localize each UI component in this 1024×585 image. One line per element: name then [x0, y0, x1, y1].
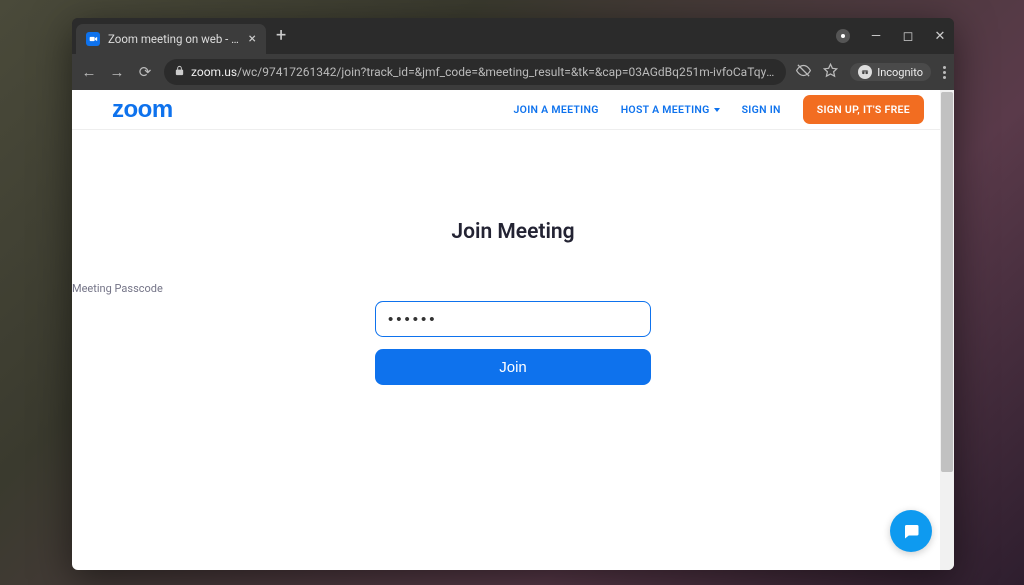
address-bar[interactable]: zoom.us/wc/97417261342/join?track_id=&jm… — [164, 59, 786, 85]
incognito-badge[interactable]: Incognito — [850, 63, 931, 81]
header-nav: JOIN A MEETING HOST A MEETING SIGN IN SI… — [514, 95, 924, 124]
page-viewport: zoom JOIN A MEETING HOST A MEETING SIGN … — [72, 90, 954, 570]
zoom-logo[interactable]: zoom — [112, 96, 173, 124]
toolbar-right-icons: Incognito — [796, 63, 946, 82]
scrollbar-track[interactable] — [940, 90, 954, 570]
back-button[interactable]: ← — [80, 63, 98, 81]
passcode-label: Meeting Passcode — [72, 282, 348, 295]
incognito-icon — [858, 65, 872, 79]
menu-button[interactable] — [943, 66, 946, 79]
sign-up-button[interactable]: SIGN UP, IT'S FREE — [803, 95, 924, 124]
chevron-down-icon — [714, 108, 720, 112]
passcode-input[interactable] — [375, 301, 651, 337]
maximize-button[interactable]: ◻ — [902, 29, 914, 44]
host-meeting-dropdown[interactable]: HOST A MEETING — [621, 103, 720, 116]
window-controls: — ◻ ✕ — [836, 18, 946, 54]
eye-off-icon[interactable] — [796, 63, 811, 82]
close-tab-icon[interactable]: × — [249, 32, 256, 46]
page-title: Join Meeting — [451, 220, 574, 244]
tab-title: Zoom meeting on web - Zoom — [108, 32, 241, 46]
browser-toolbar: ← → ⟳ zoom.us/wc/97417261342/join?track_… — [72, 54, 954, 90]
star-icon[interactable] — [823, 63, 838, 82]
url-host: zoom.us — [191, 65, 237, 79]
lock-icon — [174, 65, 185, 79]
forward-button[interactable]: → — [108, 63, 126, 81]
close-window-button[interactable]: ✕ — [934, 29, 946, 44]
sign-in-link[interactable]: SIGN IN — [742, 103, 781, 116]
chat-icon — [902, 522, 920, 540]
browser-window: Zoom meeting on web - Zoom × + — ◻ ✕ ← →… — [72, 18, 954, 570]
url-path: /wc/97417261342/join?track_id=&jmf_code=… — [237, 65, 776, 79]
reload-button[interactable]: ⟳ — [136, 63, 154, 81]
browser-tab[interactable]: Zoom meeting on web - Zoom × — [76, 24, 266, 54]
incognito-label: Incognito — [877, 66, 923, 79]
url-text: zoom.us/wc/97417261342/join?track_id=&jm… — [191, 65, 776, 79]
join-meeting-link[interactable]: JOIN A MEETING — [514, 103, 599, 116]
media-indicator-icon[interactable] — [836, 29, 850, 43]
minimize-button[interactable]: — — [870, 29, 882, 44]
new-tab-button[interactable]: + — [276, 27, 286, 45]
browser-titlebar: Zoom meeting on web - Zoom × + — ◻ ✕ — [72, 18, 954, 54]
chat-bubble-button[interactable] — [890, 510, 932, 552]
site-header: zoom JOIN A MEETING HOST A MEETING SIGN … — [72, 90, 954, 130]
zoom-favicon-icon — [86, 32, 100, 46]
join-button[interactable]: Join — [375, 349, 651, 385]
host-meeting-label: HOST A MEETING — [621, 103, 710, 116]
main-content: Join Meeting Meeting Passcode Join — [72, 130, 954, 385]
scrollbar-thumb[interactable] — [941, 92, 953, 472]
